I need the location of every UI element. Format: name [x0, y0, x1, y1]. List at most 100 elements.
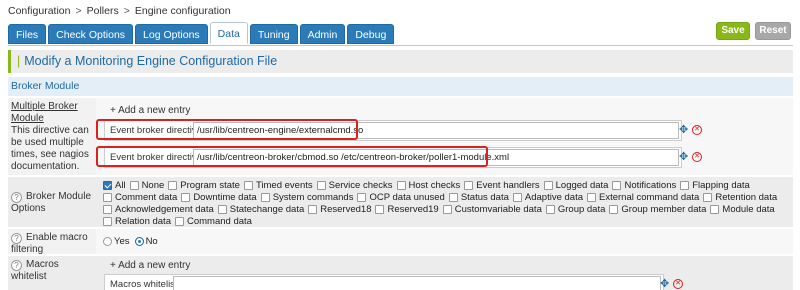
checkbox-logged-data-label: Logged data [555, 179, 609, 191]
move-icon[interactable]: ✥ [660, 279, 670, 290]
checkbox-status-data-box [448, 193, 458, 202]
checkbox-reserved18[interactable]: Reserved18 [308, 203, 371, 216]
tab-admin[interactable]: Admin [299, 24, 346, 44]
broker-module-title: Multiple Broker Module [11, 101, 78, 124]
checkbox-customvariable-data[interactable]: Customvariable data [442, 203, 542, 216]
checkbox-timed-events-label: Timed events [255, 179, 313, 191]
move-icon[interactable]: ✥ [679, 125, 689, 136]
radio-yes-label: Yes [114, 236, 130, 247]
checkbox-group-data-label: Group data [557, 203, 606, 215]
reset-button[interactable]: Reset [755, 22, 791, 40]
checkbox-line: Acknowledgement data Statechange data Rese… [103, 203, 793, 215]
checkbox-program-state-label: Program state [180, 179, 240, 191]
title-accent: | [17, 54, 21, 68]
checkbox-flapping-data-label: Flapping data [692, 179, 750, 191]
checkbox-timed-events-box [243, 181, 253, 190]
tab-data[interactable]: Data [209, 22, 248, 44]
macro-filtering-row: ? Enable macro filtering Yes No [8, 228, 793, 255]
checkbox-group-member-data-label: Group member data [621, 203, 707, 215]
radio-no-label: No [145, 236, 158, 247]
breadcrumb: Configuration > Pollers > Engine configurati… [8, 5, 231, 17]
checkbox-relation-data-box [103, 217, 112, 226]
checkbox-reserved18-box [308, 205, 318, 214]
tab-log-options[interactable]: Log Options [135, 24, 208, 44]
checkbox-retention-data-box [703, 193, 713, 202]
breadcrumb-configuration[interactable]: Configuration [8, 5, 70, 17]
help-icon[interactable]: ? [11, 233, 22, 244]
help-icon[interactable]: ? [11, 260, 22, 271]
checkbox-module-data-label: Module data [722, 203, 775, 215]
tab-tuning[interactable]: Tuning [249, 24, 298, 44]
macros-whitelist-row: ? Macros whitelist + Add a new entry Macr… [8, 255, 793, 290]
help-icon[interactable]: ? [11, 192, 22, 203]
checkbox-reserved19[interactable]: Reserved19 [375, 203, 439, 216]
checkbox-notifications-label: Notifications [624, 179, 677, 191]
checkbox-comment-data-box [103, 193, 112, 202]
checkbox-service-checks-box [316, 181, 326, 190]
tab-debug[interactable]: Debug [347, 24, 395, 44]
checkbox-reserved19-label: Reserved19 [387, 203, 439, 215]
checkbox-command-data-label: Command data [186, 215, 252, 227]
tab-bar: Files Check Options Log Options Data Tun… [8, 22, 395, 44]
checkbox-ocp-data-unused-box [357, 193, 367, 202]
breadcrumb-engine-configuration[interactable]: Engine configuration [135, 5, 231, 17]
tab-check-options[interactable]: Check Options [48, 24, 134, 44]
checkbox-statechange-data-box [217, 205, 227, 214]
checkbox-group-member-data[interactable]: Group member data [609, 203, 706, 216]
broker-options-checkboxes: All None Program state Timed events Service … [103, 179, 793, 227]
delete-icon[interactable]: ✕ [673, 279, 683, 289]
checkbox-command-data[interactable]: Command data [174, 215, 252, 228]
macros-whitelist-input[interactable] [173, 276, 661, 290]
tab-files[interactable]: Files [8, 24, 47, 44]
macros-whitelist-entry-label: Macros whitelist [110, 279, 178, 290]
breadcrumb-separator: > [75, 5, 82, 17]
radio-no[interactable]: No [134, 236, 158, 247]
checkbox-acknowledgement-data-label: Acknowledgement data [115, 203, 214, 215]
checkbox-logged-data-box [543, 181, 553, 190]
macros-whitelist-label: ? Macros whitelist [8, 256, 96, 290]
delete-icon[interactable]: ✕ [692, 125, 702, 135]
radio-yes[interactable]: Yes [103, 236, 130, 247]
checkbox-relation-data[interactable]: Relation data [103, 215, 171, 228]
checkbox-host-checks-label: Host checks [408, 179, 461, 191]
breadcrumb-separator: > [123, 5, 130, 17]
checkbox-retention-data-label: Retention data [715, 191, 778, 203]
add-whitelist-entry-link[interactable]: + Add a new entry [110, 260, 190, 271]
checkbox-none-box [129, 181, 139, 190]
checkbox-adaptive-data-box [512, 193, 522, 202]
radio-yes-dot [103, 237, 112, 246]
checkbox-external-command-data-box [587, 193, 596, 202]
checkbox-comment-data-label: Comment data [115, 191, 178, 203]
checkbox-status-data-label: Status data [460, 191, 509, 203]
checkbox-system-commands-box [260, 193, 270, 202]
highlight-box [96, 119, 358, 140]
checkbox-statechange-data-label: Statechange data [229, 203, 305, 215]
checkbox-command-data-box [174, 217, 184, 226]
checkbox-group-data[interactable]: Group data [545, 203, 606, 216]
macro-filtering-radios: Yes No [103, 236, 160, 249]
checkbox-line: Comment data Downtime data System commands… [103, 191, 793, 203]
checkbox-reserved19-box [375, 205, 385, 214]
checkbox-system-commands-label: System commands [272, 191, 354, 203]
checkbox-customvariable-data-box [442, 205, 452, 214]
checkbox-downtime-data-label: Downtime data [193, 191, 257, 203]
save-button[interactable]: Save [716, 22, 750, 40]
checkbox-none-label: None [141, 179, 165, 191]
macro-filtering-label: ? Enable macro filtering [8, 229, 96, 255]
breadcrumb-pollers[interactable]: Pollers [87, 5, 119, 17]
move-icon[interactable]: ✥ [679, 152, 689, 163]
checkbox-adaptive-data-label: Adaptive data [524, 191, 583, 203]
checkbox-event-handlers-label: Event handlers [476, 179, 540, 191]
checkbox-host-checks-box [396, 181, 406, 190]
checkbox-external-command-data-label: External command data [599, 191, 700, 203]
add-broker-entry-link[interactable]: + Add a new entry [110, 105, 190, 116]
checkbox-module-data[interactable]: Module data [710, 203, 775, 216]
checkbox-ocp-data-unused-label: OCP data unused [369, 191, 445, 203]
broker-module-row: Multiple Broker Module This directive ca… [8, 97, 793, 175]
macros-whitelist-entry: Macros whitelist [104, 274, 664, 290]
checkbox-group-member-data-box [609, 205, 619, 214]
delete-icon[interactable]: ✕ [692, 152, 702, 162]
checkbox-relation-data-label: Relation data [115, 215, 171, 227]
broker-module-description: This directive can be used multiple time… [11, 125, 89, 172]
section-header: Broker Module [8, 77, 793, 96]
